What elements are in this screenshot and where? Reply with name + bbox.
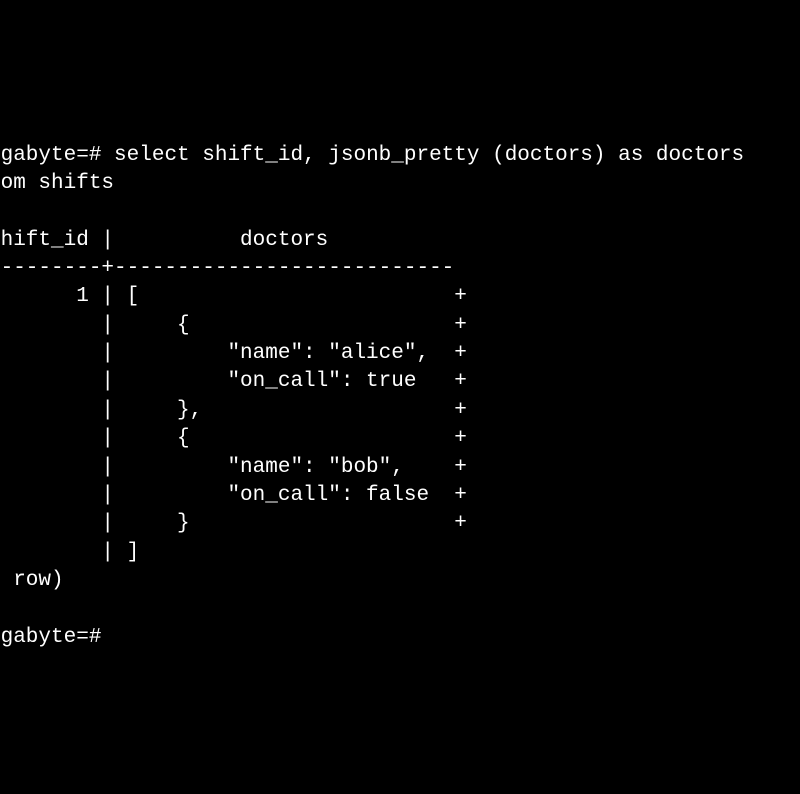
- terminal-output: ugabyte=# select shift_id, jsonb_pretty …: [0, 113, 800, 652]
- result-row: | "name": "alice", +: [0, 342, 467, 365]
- query-text-line1: select shift_id, jsonb_pretty (doctors) …: [114, 144, 757, 167]
- result-row: | { +: [0, 427, 467, 450]
- result-row: | "on_call": true +: [0, 370, 467, 393]
- result-row: 1 | [ +: [0, 285, 467, 308]
- result-row: | }, +: [0, 399, 467, 422]
- result-row: | "on_call": false +: [0, 484, 467, 507]
- sql-prompt[interactable]: ugabyte=# select shift_id, jsonb_pretty …: [0, 144, 757, 167]
- result-header: shift_id | doctors: [0, 229, 328, 252]
- query-text-line2: rom shifts: [0, 172, 114, 195]
- result-row: | } +: [0, 512, 467, 535]
- sql-prompt[interactable]: ugabyte=#: [0, 626, 101, 649]
- result-row: | "name": "bob", +: [0, 456, 467, 479]
- prompt-prefix: ugabyte=#: [0, 144, 114, 167]
- result-row: | ]: [0, 541, 139, 564]
- row-count: 1 row): [0, 569, 64, 592]
- result-row: | { +: [0, 314, 467, 337]
- result-divider: ---------+---------------------------: [0, 257, 454, 280]
